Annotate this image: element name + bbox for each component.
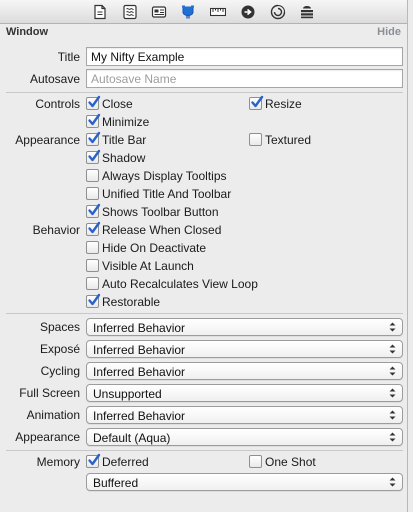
chevron-updown-icon — [389, 322, 396, 332]
chevron-updown-icon — [389, 410, 396, 420]
cycling-label: Cycling — [40, 364, 80, 378]
controls-label: Controls — [35, 97, 80, 111]
close-checkbox[interactable] — [86, 95, 101, 110]
title-field[interactable] — [86, 47, 403, 66]
close-label: Close — [102, 97, 133, 111]
cycling-popup[interactable]: Inferred Behavior — [86, 362, 403, 380]
autosave-field[interactable] — [86, 69, 403, 88]
cycling-value: Inferred Behavior — [93, 365, 186, 379]
one-shot-label: One Shot — [265, 455, 316, 469]
textured-label: Textured — [265, 133, 312, 147]
file-inspector-icon[interactable] — [92, 4, 108, 20]
backing-popup[interactable]: Buffered — [86, 473, 403, 491]
bindings-icon[interactable] — [270, 4, 286, 20]
expose-value: Inferred Behavior — [93, 343, 186, 357]
deferred-checkbox[interactable] — [86, 453, 101, 468]
inspector-toolbar — [0, 0, 407, 24]
chevron-updown-icon — [389, 432, 396, 442]
auto-recalc-checkbox[interactable] — [86, 277, 99, 290]
title-bar-label: Title Bar — [102, 133, 147, 147]
spaces-value: Inferred Behavior — [93, 321, 186, 335]
release-checkbox[interactable] — [86, 221, 101, 236]
chevron-updown-icon — [389, 388, 396, 398]
resize-label: Resize — [265, 97, 302, 111]
identity-icon[interactable] — [151, 4, 167, 20]
connections-icon[interactable] — [240, 4, 256, 20]
hide-button[interactable]: Hide — [377, 26, 401, 38]
toolbar-button-checkbox[interactable] — [86, 203, 101, 218]
memory-label: Memory — [36, 455, 80, 469]
tooltips-checkbox[interactable] — [86, 169, 99, 182]
tooltips-label: Always Display Tooltips — [102, 169, 227, 183]
separator — [6, 92, 403, 93]
animation-popup[interactable]: Inferred Behavior — [86, 406, 403, 424]
auto-recalc-label: Auto Recalculates View Loop — [102, 277, 258, 291]
chevron-updown-icon — [389, 477, 396, 487]
separator — [6, 313, 403, 314]
section-header: Window Hide — [0, 24, 407, 42]
shadow-checkbox[interactable] — [86, 149, 101, 164]
quick-help-icon[interactable] — [122, 4, 138, 20]
attributes-icon[interactable] — [180, 4, 196, 20]
textured-checkbox[interactable] — [249, 133, 262, 146]
expose-popup[interactable]: Inferred Behavior — [86, 340, 403, 358]
minimize-checkbox[interactable] — [86, 113, 101, 128]
behavior-label: Behavior — [32, 223, 80, 237]
restorable-checkbox[interactable] — [86, 293, 101, 308]
hide-deactivate-label: Hide On Deactivate — [102, 241, 207, 255]
fullscreen-label: Full Screen — [19, 386, 80, 400]
appearance-popup-label: Appearance — [15, 430, 80, 444]
chevron-updown-icon — [389, 366, 396, 376]
section-title: Window — [6, 26, 49, 38]
title-bar-checkbox[interactable] — [86, 131, 101, 146]
autosave-label: Autosave — [29, 72, 80, 86]
title-label: Title — [57, 50, 80, 64]
chevron-updown-icon — [389, 344, 396, 354]
resize-checkbox[interactable] — [249, 95, 264, 110]
restorable-label: Restorable — [102, 295, 161, 309]
deferred-label: Deferred — [102, 455, 149, 469]
visible-launch-label: Visible At Launch — [102, 259, 194, 273]
separator — [6, 450, 403, 451]
appearance-label: Appearance — [15, 133, 80, 147]
inspector-panel: Window Hide Title Autosave Controls Clos… — [0, 0, 407, 512]
size-icon[interactable] — [210, 4, 226, 20]
unified-label: Unified Title And Toolbar — [102, 187, 232, 201]
toolbar-button-label: Shows Toolbar Button — [102, 205, 219, 219]
hide-deactivate-checkbox[interactable] — [86, 241, 99, 254]
minimize-label: Minimize — [102, 115, 150, 129]
window-edge — [407, 0, 413, 512]
appearance-value: Default (Aqua) — [93, 431, 171, 445]
appearance-popup[interactable]: Default (Aqua) — [86, 428, 403, 446]
expose-label: Exposé — [39, 342, 80, 356]
spaces-label: Spaces — [39, 320, 80, 334]
visible-launch-checkbox[interactable] — [86, 259, 99, 272]
release-label: Release When Closed — [102, 223, 222, 237]
unified-checkbox[interactable] — [86, 187, 99, 200]
backing-value: Buffered — [93, 476, 139, 490]
effects-icon[interactable] — [299, 4, 315, 20]
one-shot-checkbox[interactable] — [249, 455, 262, 468]
animation-label: Animation — [26, 408, 80, 422]
spaces-popup[interactable]: Inferred Behavior — [86, 318, 403, 336]
fullscreen-popup[interactable]: Unsupported — [86, 384, 403, 402]
fullscreen-value: Unsupported — [93, 387, 162, 401]
animation-value: Inferred Behavior — [93, 409, 186, 423]
shadow-label: Shadow — [102, 151, 146, 165]
